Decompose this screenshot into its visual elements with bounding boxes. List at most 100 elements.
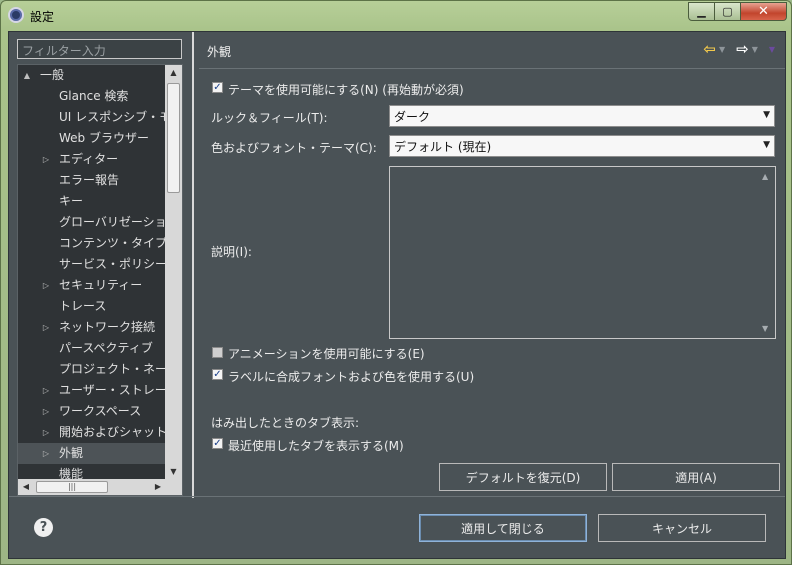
tree-item[interactable]: 機能 [18, 464, 166, 480]
apply-button[interactable]: 適用(A) [612, 463, 780, 491]
tree-item[interactable]: ▷ セキュリティー [18, 275, 166, 296]
apply-and-close-button[interactable]: 適用して閉じる [419, 514, 587, 542]
caption-buttons: ▁ ▢ ✕ [688, 2, 787, 21]
minimize-button[interactable]: ▁ [688, 2, 715, 21]
tree-item[interactable]: ▷ ユーザー・ストレー [18, 380, 166, 401]
tree-horizontal-scrollbar[interactable]: ◀ ||| ▶ [18, 479, 182, 495]
chevron-down-icon: ▼ [763, 140, 770, 150]
scroll-thumb[interactable] [167, 83, 180, 193]
tree-vertical-scrollbar[interactable]: ▲ ▼ [165, 65, 182, 480]
scroll-up-icon[interactable]: ▲ [762, 172, 768, 181]
collapsed-twisty-icon[interactable]: ▷ [41, 317, 51, 338]
color-font-label: 色およびフォント・テーマ(C): [211, 141, 377, 155]
tree-item[interactable]: キー [18, 191, 166, 212]
window-title: 設定 [30, 10, 55, 24]
scroll-right-icon[interactable]: ▶ [150, 479, 166, 495]
eclipse-icon [8, 7, 24, 23]
tree-item-label: 開始およびシャット [59, 425, 166, 439]
minimize-icon: ▁ [697, 5, 706, 18]
back-arrow-icon[interactable]: ⇦ [703, 40, 716, 58]
theme-checkbox-label: テーマを使用可能にする(N) (再始動が必須) [228, 83, 464, 97]
view-menu-icon[interactable]: ▼ [769, 45, 775, 54]
scroll-up-icon[interactable]: ▲ [165, 65, 182, 81]
dialog-body: フィルター入力 ▲ 一般 Glance 検索 UI レスポンシブ・モ Web ブラウザー… [8, 31, 786, 559]
tree-item-label: パースペクティブ [59, 341, 153, 355]
tree-item[interactable]: ▷ ワークスペース [18, 401, 166, 422]
description-label: 説明(I): [211, 245, 252, 259]
title-separator [199, 68, 785, 69]
footer-separator [9, 496, 785, 497]
settings-window: 設定 ▁ ▢ ✕ フィルター入力 ▲ 一般 Glance 検索 UI レスポンシブ・モ… [0, 0, 792, 565]
look-feel-label: ルック＆フィール(T): [211, 111, 328, 125]
tree-item[interactable]: プロジェクト・ネー [18, 359, 166, 380]
collapsed-twisty-icon[interactable]: ▷ [41, 422, 51, 443]
collapsed-twisty-icon[interactable]: ▷ [41, 275, 51, 296]
tree-item[interactable]: グローバリゼーショ [18, 212, 166, 233]
chevron-down-icon: ▼ [763, 110, 770, 120]
collapsed-twisty-icon[interactable]: ▷ [41, 401, 51, 422]
look-feel-select[interactable]: ダーク ▼ [389, 105, 775, 127]
tree-item-label: エラー報告 [59, 173, 120, 187]
tree-item[interactable]: エラー報告 [18, 170, 166, 191]
color-font-select[interactable]: デフォルト (現在) ▼ [389, 135, 775, 157]
tree-item-label: Glance 検索 [59, 89, 129, 103]
maximize-button[interactable]: ▢ [715, 2, 741, 21]
tree-item[interactable]: ▲ 一般 [18, 65, 166, 86]
description-scrollbar[interactable]: ▲ ▼ [758, 167, 775, 338]
forward-arrow-icon[interactable]: ⇨ [736, 40, 749, 58]
scroll-left-icon[interactable]: ◀ [18, 479, 34, 495]
tree-item-label: Web ブラウザー [59, 131, 149, 145]
tree-item-label: プロジェクト・ネー [59, 362, 166, 376]
tree-item[interactable]: Glance 検索 [18, 86, 166, 107]
tree-item-label: トレース [59, 299, 107, 313]
tree-item[interactable]: Web ブラウザー [18, 128, 166, 149]
restore-defaults-button[interactable]: デフォルトを復元(D) [439, 463, 607, 491]
tree-item[interactable]: パースペクティブ [18, 338, 166, 359]
mixed-fonts-checkbox-label: ラベルに合成フォントおよび色を使用する(U) [228, 370, 475, 384]
tree-item[interactable]: ▷ エディター [18, 149, 166, 170]
animation-checkbox[interactable]: ✓ [212, 347, 223, 358]
tree-item[interactable]: コンテンツ・タイプ [18, 233, 166, 254]
close-button[interactable]: ✕ [741, 2, 787, 21]
collapsed-twisty-icon[interactable]: ▷ [41, 149, 51, 170]
close-icon: ✕ [758, 4, 769, 19]
color-font-value: デフォルト (現在) [394, 140, 492, 154]
mixed-fonts-checkbox[interactable]: ✓ [212, 369, 223, 380]
expanded-twisty-icon[interactable]: ▲ [22, 65, 32, 86]
tree-item[interactable]: ▷ ネットワーク接続 [18, 317, 166, 338]
tree-item-label: サービス・ポリシー [59, 257, 166, 271]
tree-item-label: 一般 [40, 68, 65, 82]
scroll-down-icon[interactable]: ▼ [165, 464, 182, 480]
tree-item[interactable]: ▷ 開始およびシャット [18, 422, 166, 443]
help-icon[interactable]: ? [34, 518, 53, 537]
theme-checkbox[interactable]: ✓ [212, 82, 223, 93]
forward-history-dropdown-icon[interactable]: ▼ [752, 45, 758, 54]
animation-checkbox-label: アニメーションを使用可能にする(E) [228, 347, 425, 361]
tree-item[interactable]: トレース [18, 296, 166, 317]
pane-sash[interactable] [192, 32, 194, 498]
filter-input[interactable]: フィルター入力 [17, 39, 182, 59]
recent-tabs-checkbox-label: 最近使用したタブを表示する(M) [228, 439, 404, 453]
tree-item[interactable]: ▷ 外観 [18, 443, 166, 464]
cancel-button[interactable]: キャンセル [598, 514, 766, 542]
collapsed-twisty-icon[interactable]: ▷ [41, 380, 51, 401]
tree-item-label: セキュリティー [59, 278, 143, 292]
tab-section-label: はみ出したときのタブ表示: [211, 416, 360, 430]
tree-item[interactable]: UI レスポンシブ・モ [18, 107, 166, 128]
tree-item-label: ネットワーク接続 [59, 320, 156, 334]
title-bar[interactable]: 設定 ▁ ▢ ✕ [1, 1, 792, 31]
collapsed-twisty-icon[interactable]: ▷ [41, 443, 51, 464]
scroll-down-icon[interactable]: ▼ [762, 324, 768, 333]
tree-item-label: コンテンツ・タイプ [59, 236, 166, 250]
tree-item-label: グローバリゼーショ [59, 215, 166, 229]
page-navigation: ⇦ ▼ ⇨ ▼ ▼ [703, 40, 775, 58]
tree-item[interactable]: サービス・ポリシー [18, 254, 166, 275]
hscroll-thumb[interactable]: ||| [36, 481, 108, 493]
preference-tree: ▲ 一般 Glance 検索 UI レスポンシブ・モ Web ブラウザー ▷ エディターエラ… [17, 64, 183, 496]
recent-tabs-checkbox[interactable]: ✓ [212, 438, 223, 449]
back-history-dropdown-icon[interactable]: ▼ [719, 45, 725, 54]
description-textarea[interactable]: ▲ ▼ [389, 166, 776, 339]
tree-item-label: ユーザー・ストレー [59, 383, 166, 397]
tree-item-label: 外観 [59, 446, 84, 460]
tree-item-label: ワークスペース [59, 404, 142, 418]
